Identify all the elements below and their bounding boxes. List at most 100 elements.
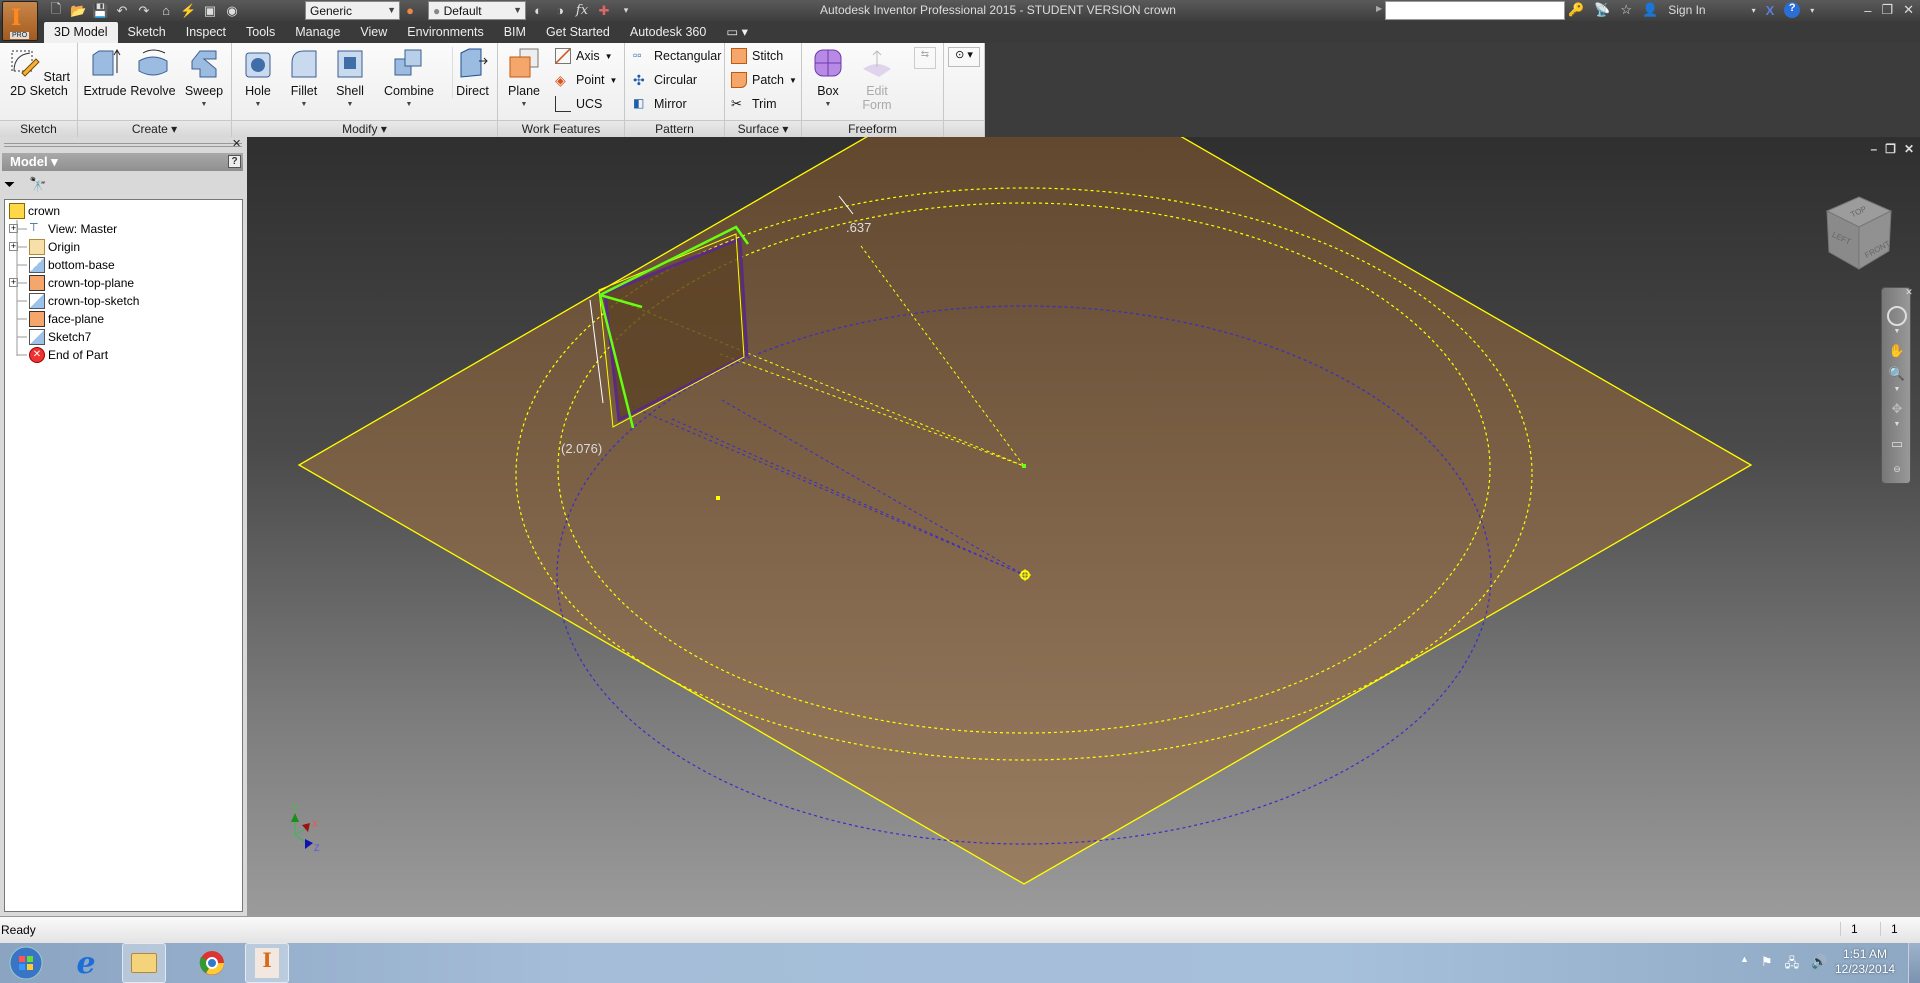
tree-item-end-of-part[interactable]: ✕ End of Part xyxy=(29,346,108,364)
browser-header[interactable]: Model ▾? xyxy=(2,153,243,171)
open-icon[interactable]: 📂 xyxy=(70,3,86,19)
close-window-icon[interactable]: ✕ xyxy=(1903,2,1914,18)
tree-item-bottom-base[interactable]: bottom-base xyxy=(29,256,115,274)
point-button[interactable]: ◈ Point ▼ xyxy=(555,70,617,90)
dimension-label[interactable]: (2.076) xyxy=(561,441,602,456)
direct-edit-button[interactable]: Direct xyxy=(452,47,492,98)
filter-icon[interactable]: ⏷ xyxy=(4,176,15,193)
trim-button[interactable]: ✂ Trim xyxy=(731,94,777,114)
viewcube[interactable]: TOP LEFT FRONT xyxy=(1819,194,1899,274)
new-file-icon[interactable]: 🗋 xyxy=(48,0,64,22)
minimize-document-icon[interactable]: – xyxy=(1870,142,1877,156)
stitch-button[interactable]: Stitch xyxy=(731,46,783,66)
mirror-button[interactable]: ◧ Mirror xyxy=(633,94,687,114)
navbar-options-icon[interactable]: ⊖ xyxy=(1888,464,1906,482)
color-wheel-icon[interactable]: ● xyxy=(402,3,418,18)
close-navbar-icon[interactable]: ✕ xyxy=(1900,287,1918,305)
dimension-label[interactable]: .637 xyxy=(846,220,871,235)
tab-environments[interactable]: Environments xyxy=(397,22,493,43)
clock[interactable]: 1:51 AM 12/23/2014 xyxy=(1835,947,1895,977)
panel-label-modify[interactable]: Modify ▾ xyxy=(232,120,497,137)
tab-3d-model[interactable]: 3D Model xyxy=(44,22,118,43)
face-plane-surface[interactable] xyxy=(297,137,1753,885)
shell-button[interactable]: Shell ▼ xyxy=(330,47,370,112)
hole-button[interactable]: Hole ▼ xyxy=(238,47,278,112)
action-center-flag-icon[interactable]: ⚑ xyxy=(1761,954,1773,976)
chevron-down-icon[interactable]: ▾ xyxy=(1716,6,1756,15)
combine-button[interactable]: Combine ▼ xyxy=(380,47,438,112)
close-browser-icon[interactable]: ✕ xyxy=(232,137,241,150)
tree-item-crown-top-plane[interactable]: crown-top-plane xyxy=(29,274,134,292)
show-desktop-button[interactable] xyxy=(1908,943,1920,983)
save-icon[interactable]: 💾 xyxy=(92,3,108,19)
chevron-down-icon[interactable]: ▾ xyxy=(1810,6,1814,15)
chevron-right-icon[interactable]: ▶ xyxy=(1376,4,1382,13)
tree-item-origin[interactable]: Origin xyxy=(29,238,80,256)
application-menu-button[interactable]: I PRO xyxy=(2,1,38,41)
network-icon[interactable]: 🖧 xyxy=(1785,954,1800,976)
browser-help-icon[interactable]: ? xyxy=(228,155,241,168)
look-at-icon[interactable]: ▭ xyxy=(1888,436,1906,454)
help-search-input[interactable] xyxy=(1385,1,1565,20)
panel-label-surface[interactable]: Surface ▾ xyxy=(725,120,801,137)
ribbon-display-toggle[interactable]: ▭ ▾ xyxy=(716,21,758,43)
circular-pattern-button[interactable]: ✣ Circular xyxy=(633,70,697,90)
appearance-combo[interactable]: ● Default ▼ xyxy=(428,1,526,20)
start-2d-sketch-button[interactable]: Start 2D Sketch xyxy=(8,47,70,98)
plane-button[interactable]: Plane ▼ xyxy=(506,47,542,112)
browser-grip[interactable] xyxy=(4,143,242,147)
customize-qat-icon[interactable]: ▾ xyxy=(618,5,634,16)
axis-button[interactable]: Axis ▼ xyxy=(555,46,613,66)
minimize-window-icon[interactable]: – xyxy=(1864,3,1871,18)
find-binoculars-icon[interactable]: 🔭 xyxy=(29,176,46,193)
taskbar-file-explorer[interactable] xyxy=(122,943,166,983)
ribbon-options-button[interactable]: ⊙ ▾ xyxy=(948,47,980,67)
panel-label-create[interactable]: Create ▾ xyxy=(78,120,231,137)
start-button[interactable] xyxy=(4,943,48,983)
ucs-plus-icon[interactable]: ✚ xyxy=(596,3,612,19)
tab-sketch[interactable]: Sketch xyxy=(118,22,176,43)
clear-appearance-icon[interactable]: ◑ xyxy=(552,3,568,18)
restore-window-icon[interactable]: ❐ xyxy=(1882,2,1894,18)
orbit-icon[interactable]: ✥ xyxy=(1888,401,1906,419)
update-icon[interactable]: ⚡ xyxy=(180,3,196,19)
freeform-box-button[interactable]: Box ▼ xyxy=(808,47,848,112)
extrude-button[interactable]: Extrude xyxy=(82,47,128,98)
zoom-icon[interactable]: 🔍 xyxy=(1888,366,1906,384)
user-icon[interactable]: 👤 xyxy=(1642,2,1658,18)
convert-to-freeform-button[interactable]: ⇆ xyxy=(914,47,936,69)
adjust-appearance-icon[interactable]: ◐ xyxy=(530,3,546,18)
sign-in-link[interactable]: Sign In xyxy=(1668,3,1705,17)
key-icon[interactable]: 🔑 xyxy=(1568,2,1584,18)
tab-view[interactable]: View xyxy=(350,22,397,43)
pan-hand-icon[interactable]: ✋ xyxy=(1888,343,1906,361)
tab-manage[interactable]: Manage xyxy=(285,22,350,43)
taskbar-chrome[interactable] xyxy=(190,943,234,983)
tab-get-started[interactable]: Get Started xyxy=(536,22,620,43)
material-icon[interactable]: ◉ xyxy=(224,3,240,19)
subscription-icon[interactable]: 📡 xyxy=(1594,2,1610,18)
restore-document-icon[interactable]: ❐ xyxy=(1885,142,1896,156)
undo-icon[interactable]: ↶ xyxy=(114,3,130,19)
rectangular-pattern-button[interactable]: ▫▫ Rectangular xyxy=(633,46,721,66)
tree-item-view-master[interactable]: ⊤ View: Master xyxy=(29,220,117,238)
close-document-icon[interactable]: ✕ xyxy=(1904,142,1914,156)
tree-item-sketch7[interactable]: Sketch7 xyxy=(29,328,91,346)
tab-tools[interactable]: Tools xyxy=(236,22,285,43)
sweep-button[interactable]: Sweep ▼ xyxy=(180,47,228,112)
tree-item-face-plane[interactable]: face-plane xyxy=(29,310,104,328)
material-combo[interactable]: Generic ▼ xyxy=(305,1,400,20)
tab-inspect[interactable]: Inspect xyxy=(176,22,236,43)
patch-button[interactable]: Patch ▼ xyxy=(731,70,797,90)
graphics-viewport[interactable]: (2.076) .637 Y X Z – ❐ ✕ TOP LEFT FRONT … xyxy=(247,137,1920,916)
fillet-button[interactable]: Fillet ▼ xyxy=(284,47,324,112)
model-canvas[interactable]: (2.076) .637 Y X Z xyxy=(247,137,1920,916)
show-hidden-icons[interactable]: ▲ xyxy=(1740,954,1749,976)
exchange-icon[interactable]: X xyxy=(1766,3,1775,18)
fx-icon[interactable]: fx xyxy=(574,3,590,18)
steering-wheel-icon[interactable] xyxy=(1887,306,1907,326)
redo-icon[interactable]: ↷ xyxy=(136,3,152,19)
tree-item-crown-top-sketch[interactable]: crown-top-sketch xyxy=(29,292,139,310)
tab-autodesk-360[interactable]: Autodesk 360 xyxy=(620,22,716,43)
favorites-star-icon[interactable]: ☆ xyxy=(1620,2,1632,18)
